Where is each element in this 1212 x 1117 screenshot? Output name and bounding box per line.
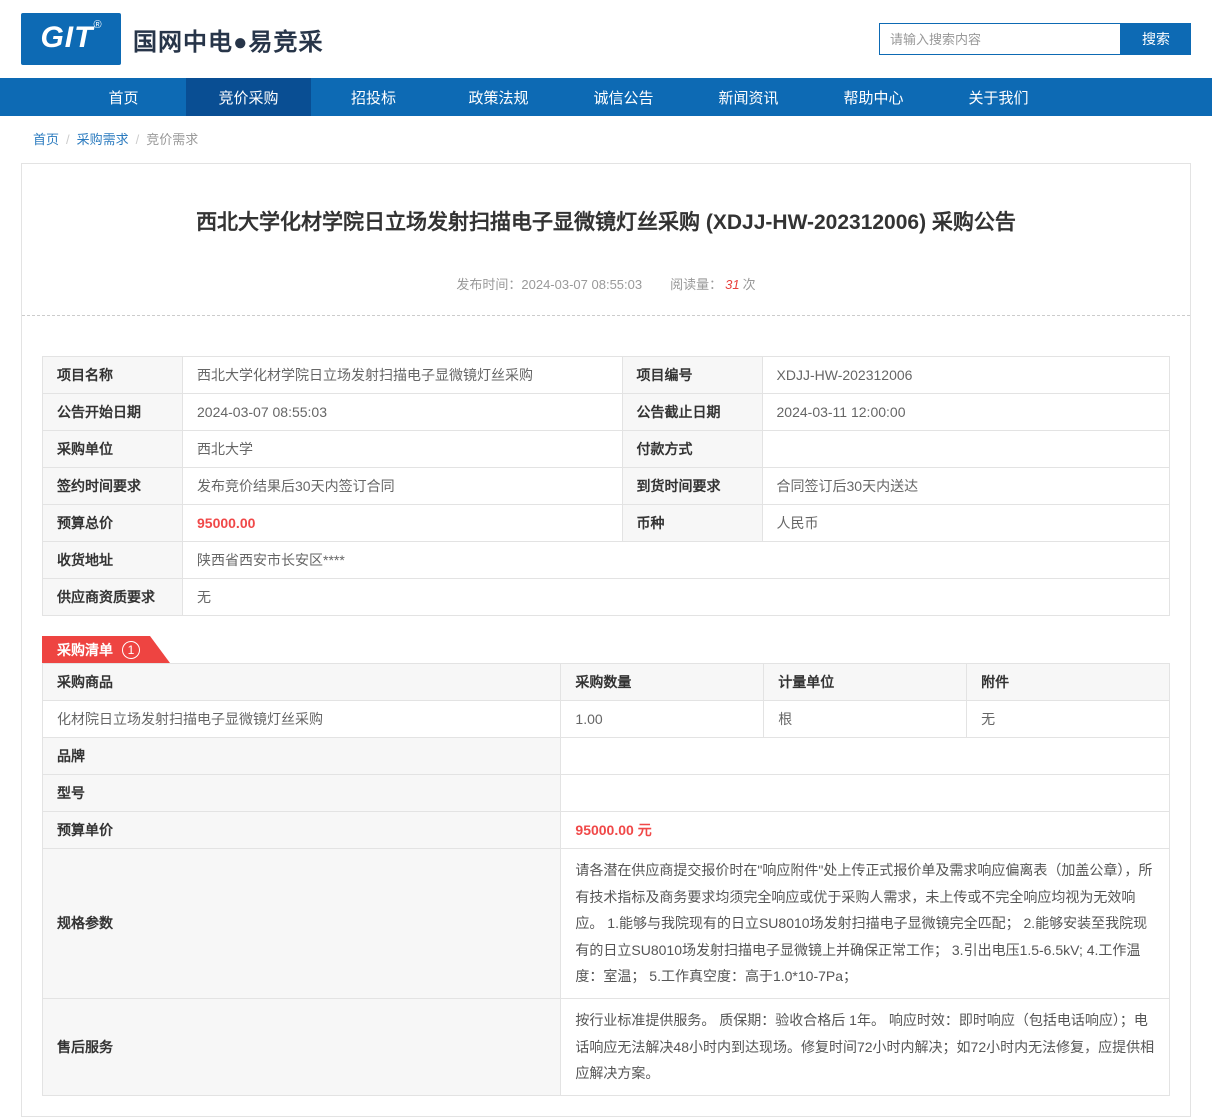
- nav-item-tender[interactable]: 招投标: [311, 78, 436, 116]
- col-header-attachment: 附件: [966, 663, 1170, 701]
- main-nav: 首页 竞价采购 招投标 政策法规 诚信公告 新闻资讯 帮助中心 关于我们: [0, 78, 1212, 116]
- info-label: 到货时间要求: [621, 467, 763, 505]
- purchase-list-table: 采购商品 采购数量 计量单位 附件 化材院日立场发射扫描电子显微镜灯丝采购 1.…: [41, 663, 1170, 1096]
- budget-total-value: 95000.00: [182, 504, 623, 542]
- info-label: 公告截止日期: [621, 393, 763, 431]
- table-header-row: 采购商品 采购数量 计量单位 附件: [41, 663, 1170, 701]
- info-value: 人民币: [761, 504, 1171, 542]
- detail-label: 品牌: [41, 737, 562, 775]
- product-name: 化材院日立场发射扫描电子显微镜灯丝采购: [41, 700, 562, 738]
- table-row: 公告开始日期 2024-03-07 08:55:03 公告截止日期 2024-0…: [42, 393, 1171, 431]
- info-value: 西北大学化材学院日立场发射扫描电子显微镜灯丝采购: [182, 356, 623, 394]
- table-row: 规格参数 请各潜在供应商提交报价时在"响应附件"处上传正式报价单及需求响应偏离表…: [41, 848, 1170, 999]
- info-label: 币种: [621, 504, 763, 542]
- site-logo[interactable]: GIT ®: [21, 13, 121, 65]
- col-header-quantity: 采购数量: [560, 663, 765, 701]
- table-row: 采购单位 西北大学 付款方式: [42, 430, 1171, 468]
- table-row: 项目名称 西北大学化材学院日立场发射扫描电子显微镜灯丝采购 项目编号 XDJJ-…: [42, 356, 1171, 394]
- page-title: 西北大学化材学院日立场发射扫描电子显微镜灯丝采购 (XDJJ-HW-202312…: [196, 211, 1016, 234]
- purchase-list-tab-label: 采购清单: [57, 641, 113, 658]
- nav-item-help[interactable]: 帮助中心: [811, 78, 936, 116]
- info-label: 公告开始日期: [42, 393, 183, 431]
- table-row: 品牌: [41, 737, 1170, 775]
- search-button[interactable]: 搜索: [1121, 23, 1191, 55]
- table-row: 收货地址 陕西省西安市长安区****: [42, 541, 1170, 579]
- publish-time: 2024-03-07 08:55:03: [521, 277, 643, 292]
- logo-text: GIT: [40, 21, 94, 54]
- info-value: 发布竞价结果后30天内签订合同: [182, 467, 623, 505]
- nav-item-about[interactable]: 关于我们: [936, 78, 1061, 116]
- info-value: 2024-03-07 08:55:03: [182, 393, 623, 431]
- nav-item-integrity[interactable]: 诚信公告: [561, 78, 686, 116]
- col-header-unit: 计量单位: [763, 663, 968, 701]
- project-info-table: 项目名称 西北大学化材学院日立场发射扫描电子显微镜灯丝采购 项目编号 XDJJ-…: [42, 356, 1171, 616]
- breadcrumb-home[interactable]: 首页: [33, 132, 59, 147]
- after-sales-service: 按行业标准提供服务。 质保期：验收合格后 1年。 响应时效：即时响应（包括电话响…: [560, 997, 1170, 1096]
- search-input[interactable]: [879, 23, 1121, 55]
- table-row: 型号: [41, 774, 1170, 812]
- item-count-badge: 1: [122, 641, 140, 659]
- nav-item-bidding-purchase[interactable]: 竞价采购: [186, 78, 311, 116]
- nav-item-policy[interactable]: 政策法规: [436, 78, 561, 116]
- table-row: 预算单价 95000.00 元: [41, 811, 1170, 849]
- info-label: 预算总价: [42, 504, 183, 542]
- purchase-list-tab[interactable]: 采购清单 1: [42, 636, 170, 663]
- table-row: 售后服务 按行业标准提供服务。 质保期：验收合格后 1年。 响应时效：即时响应（…: [41, 997, 1170, 1096]
- spec-parameters: 请各潜在供应商提交报价时在"响应附件"处上传正式报价单及需求响应偏离表（加盖公章…: [560, 848, 1170, 999]
- table-row: 供应商资质要求 无: [42, 578, 1170, 616]
- info-label: 付款方式: [621, 430, 763, 468]
- product-quantity: 1.00: [560, 700, 765, 738]
- info-label: 采购单位: [42, 430, 183, 468]
- detail-label: 规格参数: [41, 848, 562, 999]
- detail-label: 售后服务: [41, 997, 562, 1096]
- views-label: 阅读量：: [670, 277, 723, 292]
- brand-title: 国网中电●易竞采: [133, 28, 324, 56]
- info-value: 合同签订后30天内送达: [761, 467, 1171, 505]
- table-row: 化材院日立场发射扫描电子显微镜灯丝采购 1.00 根 无: [41, 700, 1170, 738]
- breadcrumb-separator: /: [135, 132, 140, 147]
- info-value: 西北大学: [182, 430, 623, 468]
- info-value: 陕西省西安市长安区****: [182, 541, 1170, 579]
- info-value: 无: [182, 578, 1170, 616]
- info-value: XDJJ-HW-202312006: [761, 356, 1171, 394]
- info-value: 2024-03-11 12:00:00: [761, 393, 1171, 431]
- search-bar: 搜索: [879, 23, 1191, 55]
- table-row: 预算总价 95000.00 币种 人民币: [42, 504, 1171, 542]
- info-value: [761, 430, 1171, 468]
- registered-mark-icon: ®: [93, 19, 102, 31]
- info-label: 供应商资质要求: [42, 578, 183, 616]
- notice-card: 西北大学化材学院日立场发射扫描电子显微镜灯丝采购 (XDJJ-HW-202312…: [21, 163, 1191, 1117]
- detail-label: 预算单价: [41, 811, 562, 849]
- info-label: 项目编号: [621, 356, 763, 394]
- info-label: 项目名称: [42, 356, 183, 394]
- breadcrumb-current: 竞价需求: [146, 132, 199, 147]
- product-unit: 根: [763, 700, 968, 738]
- breadcrumb: 首页 / 采购需求 / 竞价需求: [0, 116, 1212, 161]
- product-attachment: 无: [966, 700, 1170, 738]
- nav-item-home[interactable]: 首页: [61, 78, 186, 116]
- publish-time-label: 发布时间：: [456, 277, 522, 292]
- detail-value: [560, 737, 1170, 775]
- top-header: GIT ® 国网中电●易竞采 搜索: [0, 0, 1212, 78]
- detail-label: 型号: [41, 774, 562, 812]
- budget-unit-price: 95000.00 元: [560, 811, 1170, 849]
- nav-item-news[interactable]: 新闻资讯: [686, 78, 811, 116]
- views-count: 31: [725, 277, 740, 292]
- breadcrumb-purchase-demand[interactable]: 采购需求: [77, 132, 129, 147]
- table-row: 签约时间要求 发布竞价结果后30天内签订合同 到货时间要求 合同签订后30天内送…: [42, 467, 1171, 505]
- dashed-divider: [22, 315, 1190, 316]
- breadcrumb-separator: /: [66, 132, 70, 147]
- views-unit: 次: [742, 277, 756, 292]
- detail-value: [560, 774, 1170, 812]
- info-label: 收货地址: [42, 541, 183, 579]
- info-label: 签约时间要求: [42, 467, 183, 505]
- col-header-product: 采购商品: [41, 663, 562, 701]
- notice-meta: 发布时间：2024-03-07 08:55:03 阅读量： 31 次: [42, 274, 1170, 293]
